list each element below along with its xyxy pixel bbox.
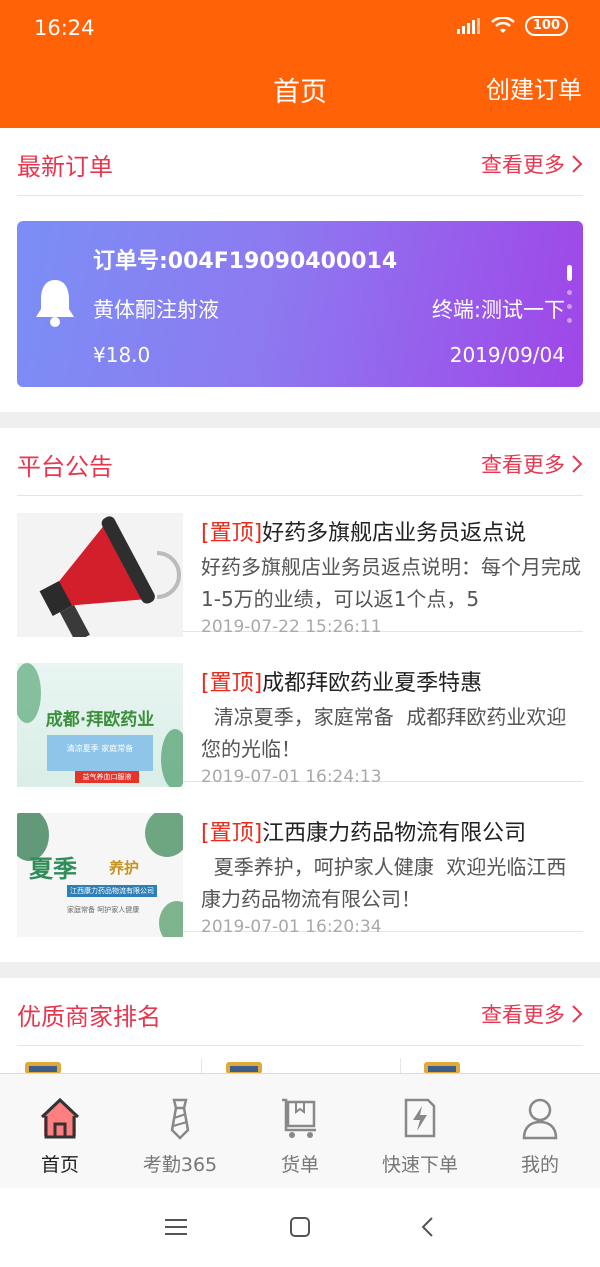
announcement-thumbnail <box>17 513 183 637</box>
latest-orders-more-link[interactable]: 查看更多 <box>481 149 583 179</box>
pinned-tag: [置顶] <box>201 671 263 696</box>
carousel-dot-active <box>567 265 572 281</box>
tab-label: 我的 <box>520 1154 559 1176</box>
announcement-item[interactable]: 夏季 养护 江西康力药品物流有限公司 家庭常备 呵护家人健康 [置顶]江西康力药… <box>17 797 583 937</box>
announcement-time: 2019-07-01 16:20:34 <box>201 917 382 937</box>
section-divider <box>0 412 600 428</box>
menu-icon[interactable] <box>165 1218 187 1236</box>
announcements-header: 平台公告 查看更多 <box>17 431 583 496</box>
merchant-card-peek[interactable] <box>17 1058 202 1074</box>
tab-home[interactable]: 首页 <box>0 1074 120 1188</box>
announcements-title: 平台公告 <box>17 453 113 481</box>
latest-orders-title: 最新订单 <box>17 153 113 181</box>
signal-icon <box>456 18 480 34</box>
more-label: 查看更多 <box>481 153 565 177</box>
announcement-title-text: 成都拜欧药业夏季特惠 <box>262 671 483 696</box>
home-icon <box>40 1097 80 1139</box>
thumbnail-caption: 家庭常备 呵护家人健康 <box>67 906 140 914</box>
merchants-title: 优质商家排名 <box>17 1003 161 1031</box>
thumbnail-heading: 夏季 <box>29 855 77 883</box>
thumbnail-caption: 益气养血口服液 <box>82 773 132 781</box>
announcement-title-text: 好药多旗舰店业务员返点说 <box>262 521 527 546</box>
announcement-item[interactable]: [置顶]好药多旗舰店业务员返点说 好药多旗舰店业务员返点说明：每个月完成1-5万… <box>17 497 583 637</box>
announcement-title: [置顶]江西康力药品物流有限公司 <box>201 815 583 847</box>
latest-order-card[interactable]: 订单号:004F19090400014 黄体酮注射液 终端:测试一下 ¥18.0… <box>17 221 583 387</box>
pinned-tag: [置顶] <box>201 521 263 546</box>
announcement-time: 2019-07-01 16:24:13 <box>201 767 382 787</box>
more-label: 查看更多 <box>481 453 565 477</box>
announcement-thumbnail: 夏季 养护 江西康力药品物流有限公司 家庭常备 呵护家人健康 <box>17 813 183 937</box>
back-icon[interactable] <box>420 1216 434 1238</box>
order-product: 黄体酮注射液 <box>93 298 219 322</box>
cart-icon <box>282 1098 316 1138</box>
status-icons: 100 <box>456 16 568 36</box>
order-date: 2019/09/04 <box>449 343 565 367</box>
chevron-right-icon <box>572 455 583 473</box>
order-number: 订单号:004F19090400014 <box>93 249 398 274</box>
pinned-tag: [置顶] <box>201 821 263 846</box>
announcement-title-text: 江西康力药品物流有限公司 <box>262 821 527 846</box>
top-app-bar: 16:24 100 首页 创建订单 <box>0 0 600 128</box>
create-order-button[interactable]: 创建订单 <box>486 70 582 105</box>
bottom-tab-bar: 首页 考勤365 货单 快速下单 我的 <box>0 1073 600 1188</box>
thumbnail-heading: 成都·拜欧药业 <box>45 710 155 730</box>
tab-label: 货单 <box>280 1154 319 1176</box>
announcement-title: [置顶]成都拜欧药业夏季特惠 <box>201 665 583 697</box>
wifi-icon <box>491 17 515 33</box>
thumbnail-caption: 江西康力药品物流有限公司 <box>70 887 154 895</box>
order-terminal: 终端:测试一下 <box>431 298 565 322</box>
section-divider <box>0 962 600 978</box>
order-price: ¥18.0 <box>93 343 151 367</box>
announcement-thumbnail: 成都·拜欧药业 清凉夏季 家庭常备 益气养血口服液 <box>17 663 183 787</box>
home-square-icon[interactable] <box>289 1216 311 1238</box>
announcement-body: 好药多旗舰店业务员返点说明：每个月完成1-5万的业绩，可以返1个点，5 <box>201 555 581 611</box>
bell-icon <box>36 280 74 327</box>
merchant-card-peek[interactable] <box>202 1058 401 1074</box>
carousel-dot <box>567 318 572 323</box>
announcement-body: 清凉夏季，家庭常备 成都拜欧药业欢迎您的光临！ <box>201 705 567 761</box>
tab-label: 考勤365 <box>142 1154 218 1176</box>
announcement-item[interactable]: 成都·拜欧药业 清凉夏季 家庭常备 益气养血口服液 [置顶]成都拜欧药业夏季特惠… <box>17 647 583 787</box>
thumbnail-heading: 养护 <box>109 859 140 877</box>
chevron-right-icon <box>572 155 583 173</box>
megaphone-icon <box>17 513 183 637</box>
tab-quick-order[interactable]: 快速下单 <box>360 1074 480 1188</box>
carousel-indicator <box>567 265 573 332</box>
user-icon <box>522 1098 558 1140</box>
carousel-dot <box>567 290 572 295</box>
thumbnail-caption: 清凉夏季 家庭常备 <box>66 744 134 753</box>
status-time: 16:24 <box>34 16 95 40</box>
chevron-right-icon <box>572 1005 583 1023</box>
battery-indicator: 100 <box>524 16 568 36</box>
announcements-more-link[interactable]: 查看更多 <box>481 449 583 479</box>
carousel-dot <box>567 304 572 309</box>
tab-label: 快速下单 <box>381 1154 458 1176</box>
system-navigation-bar <box>0 1188 600 1267</box>
merchants-more-link[interactable]: 查看更多 <box>481 999 583 1029</box>
latest-orders-header: 最新订单 查看更多 <box>17 131 583 196</box>
tab-orders[interactable]: 货单 <box>240 1074 360 1188</box>
tab-attendance[interactable]: 考勤365 <box>120 1074 240 1188</box>
more-label: 查看更多 <box>481 1003 565 1027</box>
merchants-header: 优质商家排名 查看更多 <box>17 981 583 1046</box>
tie-icon <box>170 1098 190 1140</box>
announcement-time: 2019-07-22 15:26:11 <box>201 617 382 637</box>
merchant-card-peek[interactable] <box>402 1058 582 1074</box>
lightning-icon <box>404 1098 436 1138</box>
tab-label: 首页 <box>40 1154 79 1176</box>
tab-mine[interactable]: 我的 <box>480 1074 600 1188</box>
announcement-body: 夏季养护，呵护家人健康 欢迎光临江西康力药品物流有限公司！ <box>201 855 567 911</box>
announcement-title: [置顶]好药多旗舰店业务员返点说 <box>201 515 583 547</box>
